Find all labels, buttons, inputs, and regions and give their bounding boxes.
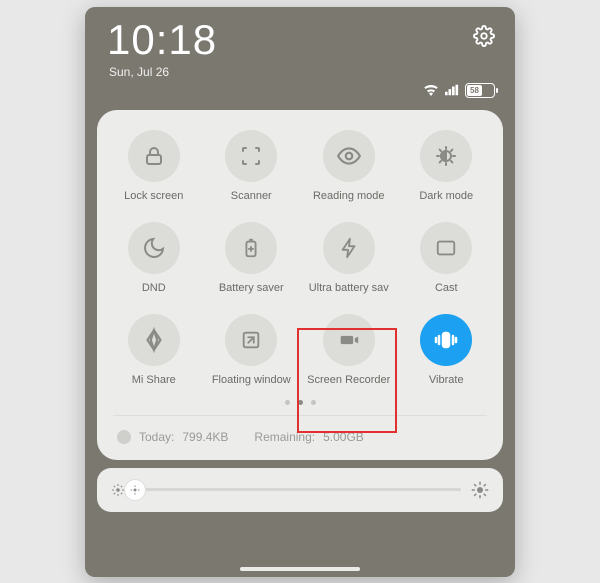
quick-settings-panel: Lock screen Scanner Reading mode Dark mode D… <box>97 110 503 460</box>
tile-vibrate[interactable]: Vibrate <box>400 314 494 386</box>
brightness-low-icon <box>111 483 125 497</box>
tile-lock-screen[interactable]: Lock screen <box>107 130 201 202</box>
eye-icon[interactable] <box>323 130 375 182</box>
wifi-icon <box>423 84 439 96</box>
tile-label: Scanner <box>231 190 272 202</box>
battery-percent: 58 <box>470 86 479 95</box>
brightness-handle[interactable] <box>124 479 146 501</box>
tile-dnd[interactable]: DND <box>107 222 201 294</box>
battery-plus-icon[interactable] <box>225 222 277 274</box>
tile-label: Battery saver <box>219 282 284 294</box>
floating-window-icon[interactable] <box>225 314 277 366</box>
tile-ultra-battery-sav[interactable]: Ultra battery sav <box>302 222 396 294</box>
tile-label: Dark mode <box>419 190 473 202</box>
dark-mode-icon[interactable] <box>420 130 472 182</box>
phone-frame: 10:18 Sun, Jul 26 58 Lock screen Scanner R… <box>85 7 515 577</box>
mishare-icon[interactable] <box>128 314 180 366</box>
brightness-track[interactable] <box>135 488 461 491</box>
signal-icon <box>445 84 459 96</box>
tile-mi-share[interactable]: Mi Share <box>107 314 201 386</box>
pager-dot[interactable] <box>311 400 316 405</box>
moon-icon[interactable] <box>128 222 180 274</box>
tile-reading-mode[interactable]: Reading mode <box>302 130 396 202</box>
tile-label: Screen Recorder <box>307 374 390 386</box>
page-indicator[interactable] <box>107 400 493 405</box>
data-usage-icon <box>117 430 131 444</box>
data-remaining-label: Remaining: <box>254 430 315 444</box>
divider <box>113 415 487 416</box>
pager-dot[interactable] <box>285 400 290 405</box>
tile-label: Mi Share <box>132 374 176 386</box>
tile-battery-saver[interactable]: Battery saver <box>205 222 299 294</box>
status-date: Sun, Jul 26 <box>85 65 515 79</box>
camera-icon[interactable] <box>323 314 375 366</box>
status-bar: 10:18 <box>85 7 515 63</box>
tile-cast[interactable]: Cast <box>400 222 494 294</box>
nav-gesture-bar[interactable] <box>240 567 360 571</box>
tile-floating-window[interactable]: Floating window <box>205 314 299 386</box>
cast-icon[interactable] <box>420 222 472 274</box>
tile-screen-recorder[interactable]: Screen Recorder <box>302 314 396 386</box>
pager-dot[interactable] <box>298 400 303 405</box>
tile-scanner[interactable]: Scanner <box>205 130 299 202</box>
data-today-label: Today: <box>139 430 174 444</box>
lock-icon[interactable] <box>128 130 180 182</box>
tiles-grid: Lock screen Scanner Reading mode Dark mode D… <box>107 130 493 386</box>
vibrate-icon[interactable] <box>420 314 472 366</box>
brightness-slider[interactable] <box>97 468 503 512</box>
tile-label: Lock screen <box>124 190 183 202</box>
bolt-icon[interactable] <box>323 222 375 274</box>
data-remaining-value: 5.00GB <box>323 430 364 444</box>
data-usage-row[interactable]: Today: 799.4KB Remaining: 5.00GB <box>107 426 493 452</box>
scanner-icon[interactable] <box>225 130 277 182</box>
battery-icon: 58 <box>465 83 495 98</box>
tile-label: Floating window <box>212 374 291 386</box>
settings-icon[interactable] <box>473 25 495 47</box>
data-today-value: 799.4KB <box>182 430 228 444</box>
clock-time: 10:18 <box>107 19 217 61</box>
tile-label: Ultra battery sav <box>309 282 389 294</box>
tile-label: DND <box>142 282 166 294</box>
tile-label: Cast <box>435 282 458 294</box>
tile-dark-mode[interactable]: Dark mode <box>400 130 494 202</box>
tile-label: Vibrate <box>429 374 464 386</box>
tile-label: Reading mode <box>313 190 385 202</box>
brightness-high-icon <box>471 481 489 499</box>
